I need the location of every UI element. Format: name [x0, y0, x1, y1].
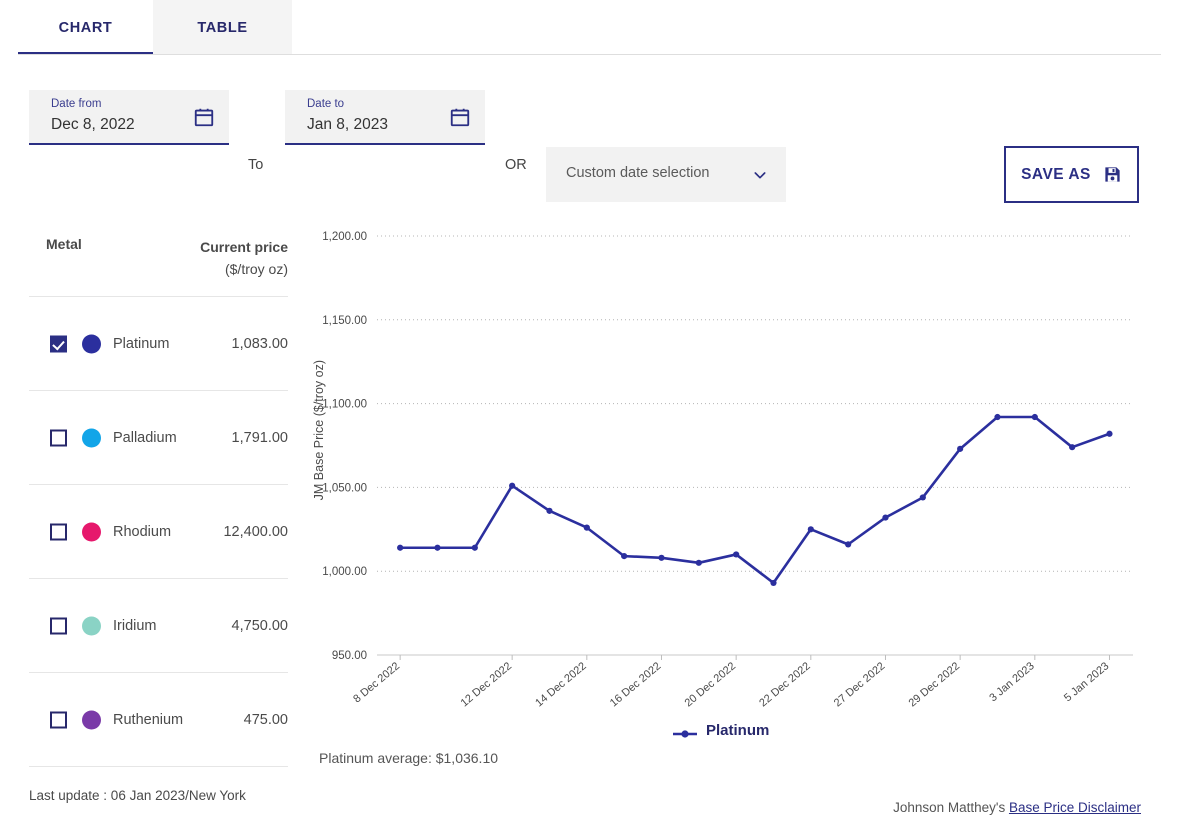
legend-label: Platinum: [706, 722, 769, 739]
filter-bar: Date from Dec 8, 2022 To Date to Jan 8, …: [0, 55, 1179, 195]
svg-text:14 Dec 2022: 14 Dec 2022: [533, 660, 589, 709]
metal-name: Iridium: [113, 618, 157, 634]
disclaimer-prefix: Johnson Matthey's: [893, 800, 1009, 815]
tab-chart-label: CHART: [59, 20, 113, 36]
svg-text:1,000.00: 1,000.00: [322, 566, 367, 578]
save-as-button[interactable]: SAVE AS: [1004, 146, 1139, 203]
base-price-disclaimer-link[interactable]: Base Price Disclaimer: [1009, 800, 1141, 815]
calendar-icon[interactable]: [449, 106, 471, 128]
date-from-value: Dec 8, 2022: [51, 116, 135, 134]
tab-table-label: TABLE: [197, 20, 247, 36]
disclaimer-note: Johnson Matthey's Base Price Disclaimer: [893, 800, 1141, 815]
checkbox-iridium[interactable]: [50, 617, 67, 634]
table-row[interactable]: Palladium 1,791.00: [29, 390, 288, 484]
column-header-price: Current price ($/troy oz): [138, 236, 288, 280]
color-swatch-icon: [82, 710, 101, 729]
to-separator-label: To: [248, 157, 263, 173]
checkbox-platinum[interactable]: [50, 335, 67, 352]
chevron-down-icon: [752, 167, 768, 183]
average-price-text: Platinum average: $1,036.10: [319, 750, 498, 766]
date-to-value: Jan 8, 2023: [307, 116, 388, 134]
svg-text:12 Dec 2022: 12 Dec 2022: [459, 660, 515, 709]
or-separator-label: OR: [505, 157, 527, 173]
svg-text:16 Dec 2022: 16 Dec 2022: [608, 660, 664, 709]
svg-text:5 Jan 2023: 5 Jan 2023: [1062, 660, 1111, 704]
svg-text:20 Dec 2022: 20 Dec 2022: [683, 660, 739, 709]
price-chart: JM Base Price ($/troy oz) 950.001,000.00…: [300, 210, 1160, 780]
metal-price: 1,791.00: [168, 430, 288, 446]
date-from-field[interactable]: Date from Dec 8, 2022: [29, 90, 229, 145]
save-icon: [1103, 165, 1122, 184]
custom-date-selection-value: Custom date selection: [566, 165, 709, 181]
svg-text:1,150.00: 1,150.00: [322, 315, 367, 327]
tab-chart[interactable]: CHART: [18, 0, 153, 55]
last-update-text: Last update : 06 Jan 2023/New York: [29, 788, 246, 803]
svg-text:29 Dec 2022: 29 Dec 2022: [907, 660, 963, 709]
svg-text:27 Dec 2022: 27 Dec 2022: [832, 660, 888, 709]
metal-price: 475.00: [168, 712, 288, 728]
custom-date-selection-dropdown[interactable]: Custom date selection: [546, 147, 786, 202]
color-swatch-icon: [82, 334, 101, 353]
metal-prices-page: CHART TABLE Date from Dec 8, 2022 To Dat…: [0, 0, 1179, 832]
tab-table[interactable]: TABLE: [153, 0, 292, 55]
table-row[interactable]: Iridium 4,750.00: [29, 578, 288, 672]
date-to-field[interactable]: Date to Jan 8, 2023: [285, 90, 485, 145]
metals-table-header: Metal Current price ($/troy oz): [29, 228, 288, 296]
tabbar: CHART TABLE: [0, 0, 1179, 55]
chart-canvas: 950.00 1,000.00 1,050.00 1,100.00 1,150.00 1,…: [300, 210, 1160, 710]
legend-marker-icon: [672, 726, 698, 736]
checkbox-palladium[interactable]: [50, 429, 67, 446]
calendar-icon[interactable]: [193, 106, 215, 128]
svg-text:950.00: 950.00: [332, 650, 367, 662]
column-header-price-text: Current price: [200, 239, 288, 255]
save-as-label: SAVE AS: [1021, 166, 1091, 184]
date-to-label: Date to: [307, 98, 344, 110]
svg-text:8 Dec 2022: 8 Dec 2022: [351, 660, 402, 705]
svg-text:1,200.00: 1,200.00: [322, 231, 367, 243]
checkbox-ruthenium[interactable]: [50, 711, 67, 728]
color-swatch-icon: [82, 522, 101, 541]
color-swatch-icon: [82, 616, 101, 635]
date-from-label: Date from: [51, 98, 102, 110]
metal-name: Rhodium: [113, 524, 171, 540]
metals-table-bottom-divider: [29, 766, 288, 767]
chart-legend: Platinum: [672, 722, 769, 739]
metal-price: 1,083.00: [168, 336, 288, 352]
metal-price: 4,750.00: [168, 618, 288, 634]
checkbox-rhodium[interactable]: [50, 523, 67, 540]
table-row[interactable]: Rhodium 12,400.00: [29, 484, 288, 578]
metal-name: Platinum: [113, 336, 169, 352]
svg-text:1,050.00: 1,050.00: [322, 482, 367, 494]
metal-price: 12,400.00: [168, 524, 288, 540]
svg-text:22 Dec 2022: 22 Dec 2022: [757, 660, 813, 709]
svg-text:1,100.00: 1,100.00: [322, 399, 367, 411]
metals-table: Metal Current price ($/troy oz) Platinum…: [29, 228, 288, 767]
table-row[interactable]: Platinum 1,083.00: [29, 296, 288, 390]
column-header-price-unit: ($/troy oz): [138, 258, 288, 280]
column-header-metal: Metal: [46, 236, 82, 252]
svg-text:3 Jan 2023: 3 Jan 2023: [987, 660, 1036, 704]
color-swatch-icon: [82, 428, 101, 447]
table-row[interactable]: Ruthenium 475.00: [29, 672, 288, 766]
